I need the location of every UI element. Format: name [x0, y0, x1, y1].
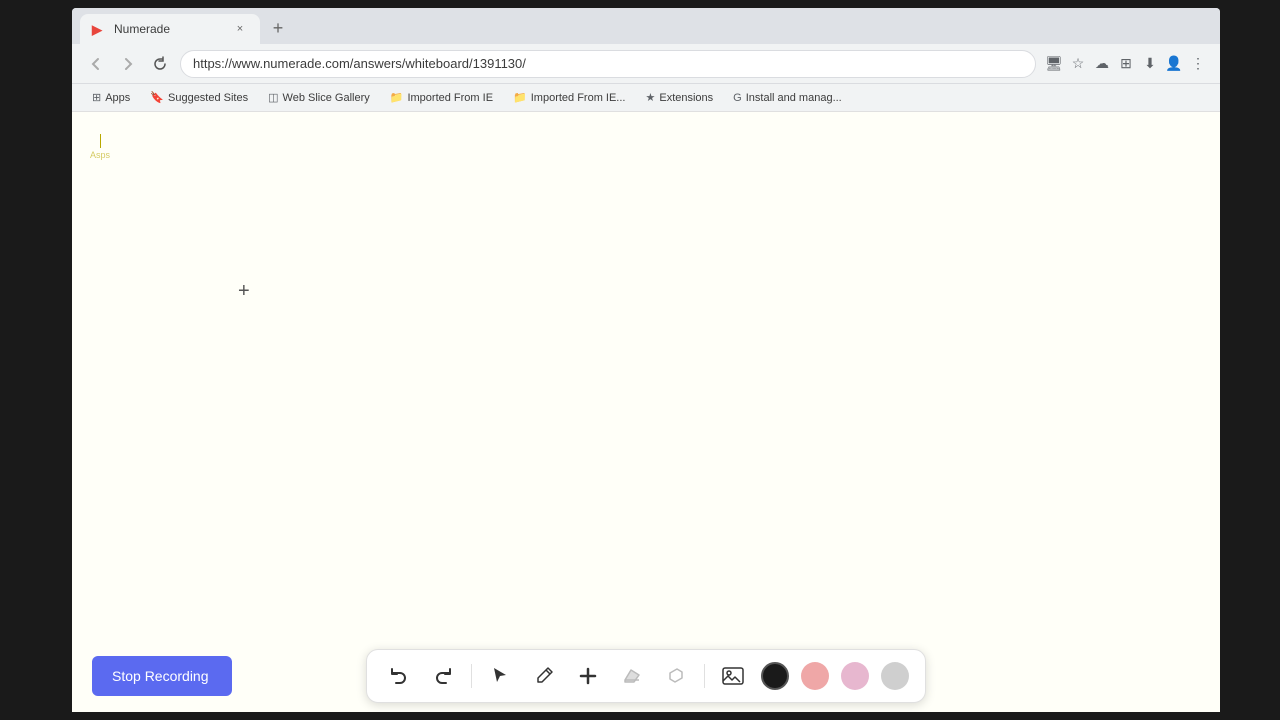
bookmark-web-slice[interactable]: ◫ Web Slice Gallery	[260, 89, 378, 106]
pen-icon	[534, 666, 554, 686]
black-bar-top	[0, 0, 1280, 8]
browser-window: ▶ Numerade × + https://www.numerade.com/…	[72, 8, 1220, 712]
color-black-button[interactable]	[761, 662, 789, 690]
black-bar-bottom	[0, 712, 1280, 720]
lasso-icon	[666, 666, 686, 686]
extensions-bookmark-icon: ★	[645, 91, 655, 104]
redo-icon	[432, 665, 454, 687]
text-cursor	[100, 134, 101, 148]
lasso-tool-button[interactable]	[660, 660, 692, 692]
bookmark-imported-ie1[interactable]: 📁 Imported From IE	[382, 89, 501, 106]
camera-icon[interactable]: 🖥	[1044, 54, 1064, 74]
select-icon	[490, 666, 510, 686]
forward-button[interactable]	[116, 52, 140, 76]
undo-button[interactable]	[383, 660, 415, 692]
extensions-icon[interactable]: ⊞	[1116, 54, 1136, 74]
pen-tool-button[interactable]	[528, 660, 560, 692]
bookmark-web-slice-label: Web Slice Gallery	[283, 92, 370, 104]
color-gray-button[interactable]	[881, 662, 909, 690]
new-tab-button[interactable]: +	[264, 14, 292, 42]
bookmark-imported-ie2-label: Imported From IE...	[531, 92, 626, 104]
web-slice-icon: ◫	[268, 91, 278, 104]
undo-icon	[388, 665, 410, 687]
bookmark-suggested[interactable]: 🔖 Suggested Sites	[142, 89, 256, 106]
cloud-icon[interactable]: ☁	[1092, 54, 1112, 74]
add-icon	[578, 666, 598, 686]
star-icon[interactable]: ☆	[1068, 54, 1088, 74]
forward-icon	[120, 56, 136, 72]
bookmark-extensions[interactable]: ★ Extensions	[637, 89, 721, 106]
bookmarks-bar: ⊞ Apps 🔖 Suggested Sites ◫ Web Slice Gal…	[72, 84, 1220, 112]
eraser-icon	[622, 666, 642, 686]
stop-recording-button[interactable]: Stop Recording	[92, 656, 232, 696]
profile-icon[interactable]: 👤	[1164, 54, 1184, 74]
whiteboard-cursor-area: Asps	[90, 134, 110, 160]
add-tool-button[interactable]	[572, 660, 604, 692]
install-icon: G	[733, 92, 742, 104]
bookmark-imported-ie1-label: Imported From IE	[407, 92, 493, 104]
color-pink-button[interactable]	[841, 662, 869, 690]
folder-icon-2: 📁	[513, 91, 527, 104]
back-button[interactable]	[84, 52, 108, 76]
bookmark-suggested-label: Suggested Sites	[168, 92, 248, 104]
crosshair-cursor: +	[238, 280, 250, 303]
refresh-button[interactable]	[148, 52, 172, 76]
bookmark-install[interactable]: G Install and manag...	[725, 90, 850, 106]
url-text: https://www.numerade.com/answers/whitebo…	[193, 56, 526, 71]
separator-2	[704, 664, 705, 688]
active-tab[interactable]: ▶ Numerade ×	[80, 14, 260, 44]
cursor-label: Asps	[90, 150, 110, 160]
refresh-icon	[152, 56, 168, 72]
back-icon	[88, 56, 104, 72]
download-icon[interactable]: ⬇	[1140, 54, 1160, 74]
color-red-button[interactable]	[801, 662, 829, 690]
separator-1	[471, 664, 472, 688]
nav-right-icons: 🖥 ☆ ☁ ⊞ ⬇ 👤 ⋮	[1044, 54, 1208, 74]
nav-bar: https://www.numerade.com/answers/whitebo…	[72, 44, 1220, 84]
stop-recording-label: Stop Recording	[112, 668, 209, 684]
bottom-toolbar-area: Stop Recording	[72, 640, 1220, 712]
address-bar[interactable]: https://www.numerade.com/answers/whitebo…	[180, 50, 1036, 78]
tab-favicon: ▶	[92, 22, 106, 36]
tab-close-button[interactable]: ×	[232, 21, 248, 37]
tab-title: Numerade	[114, 22, 224, 36]
image-tool-button[interactable]	[717, 660, 749, 692]
bookmark-apps-label: Apps	[105, 92, 130, 104]
suggested-icon: 🔖	[150, 91, 164, 104]
menu-icon[interactable]: ⋮	[1188, 54, 1208, 74]
drawing-toolbar	[366, 649, 926, 703]
bookmark-install-label: Install and manag...	[746, 92, 842, 104]
bookmark-apps[interactable]: ⊞ Apps	[84, 89, 138, 106]
eraser-tool-button[interactable]	[616, 660, 648, 692]
bookmark-extensions-label: Extensions	[659, 92, 713, 104]
tab-bar: ▶ Numerade × +	[72, 8, 1220, 44]
select-tool-button[interactable]	[484, 660, 516, 692]
black-bar-right	[1220, 0, 1280, 720]
black-bar-left	[0, 0, 72, 720]
apps-icon: ⊞	[92, 91, 101, 104]
folder-icon-1: 📁	[390, 91, 404, 104]
bookmark-imported-ie2[interactable]: 📁 Imported From IE...	[505, 89, 633, 106]
image-icon	[721, 664, 745, 688]
whiteboard-canvas[interactable]: Asps +	[72, 112, 1220, 712]
redo-button[interactable]	[427, 660, 459, 692]
